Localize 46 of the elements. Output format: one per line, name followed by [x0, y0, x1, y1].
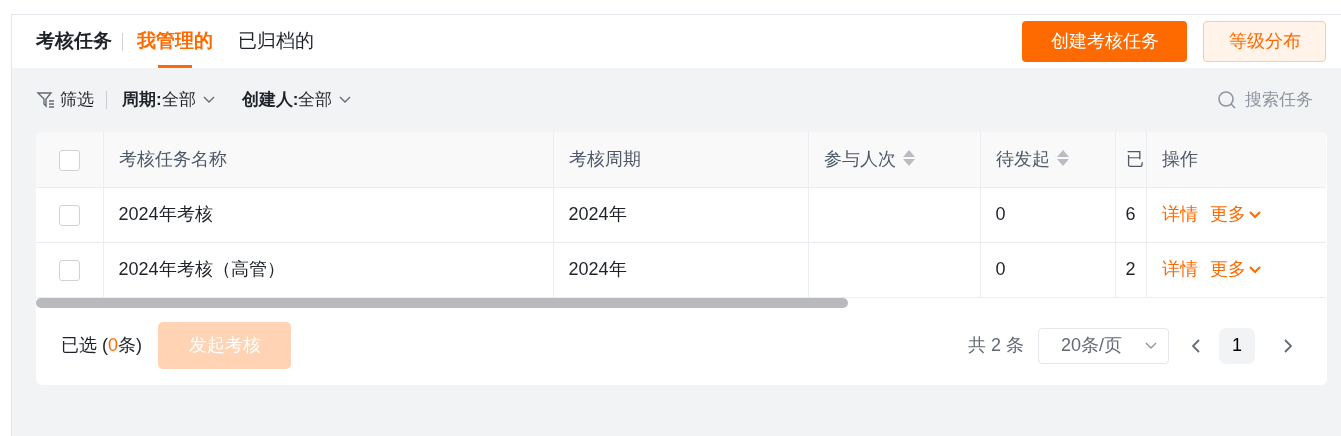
table-cell: 6	[1125, 204, 1136, 224]
more-dropdown[interactable]: 更多	[1209, 256, 1262, 283]
chevron-down-icon	[338, 95, 353, 105]
selected-count-text: 已选 (0条)	[61, 334, 142, 357]
select-all-checkbox[interactable]	[58, 149, 80, 171]
chevron-left-icon[interactable]	[1191, 338, 1201, 355]
total-count: 共 2 条	[968, 334, 1024, 357]
chevron-down-icon	[201, 95, 216, 105]
tab[interactable]: 我管理的	[137, 15, 213, 68]
column-header: 已	[1125, 148, 1144, 169]
table-cell: 2024年	[568, 204, 627, 224]
table-cell: 2024年	[568, 259, 627, 279]
chevron-down-icon	[1247, 209, 1262, 220]
chevron-down-icon	[1144, 340, 1158, 351]
page-button[interactable]: 1	[1219, 327, 1255, 364]
search-field[interactable]: 搜索任务	[1217, 87, 1313, 113]
search-icon	[1217, 90, 1237, 110]
column-header: 考核周期	[568, 148, 641, 169]
scrollbar-thumb[interactable]	[36, 297, 848, 308]
grade-distribution-button[interactable]: 等级分布	[1203, 21, 1326, 62]
details-link[interactable]: 详情	[1161, 256, 1198, 283]
filter-icon	[36, 90, 56, 110]
more-dropdown[interactable]: 更多	[1209, 201, 1262, 228]
filter-dropdown[interactable]: 创建人:全部	[241, 87, 353, 113]
sort-icon[interactable]	[1055, 148, 1070, 167]
page-size-select[interactable]: 20条/页	[1038, 327, 1169, 364]
column-header: 参与人次	[823, 148, 896, 169]
table-cell: 0	[995, 204, 1006, 224]
column-header: 考核任务名称	[118, 148, 227, 169]
row-checkbox[interactable]	[58, 204, 80, 226]
table-cell: 2	[1125, 259, 1136, 279]
filter-dropdown[interactable]: 周期:全部	[122, 87, 216, 113]
table-cell: 0	[995, 259, 1006, 279]
row-checkbox[interactable]	[58, 259, 80, 281]
column-header: 操作	[1161, 148, 1198, 169]
create-task-button[interactable]: 创建考核任务	[1022, 21, 1187, 62]
table-cell: 2024年考核	[118, 204, 213, 224]
column-header: 待发起	[995, 148, 1050, 169]
filter-label[interactable]: 筛选	[60, 87, 94, 113]
tab[interactable]: 已归档的	[238, 15, 314, 68]
sort-icon[interactable]	[901, 148, 916, 167]
chevron-right-icon[interactable]	[1283, 338, 1293, 355]
details-link[interactable]: 详情	[1161, 201, 1198, 228]
table-cell: 2024年考核（高管）	[118, 259, 285, 279]
chevron-down-icon	[1247, 264, 1262, 275]
page-title: 考核任务	[36, 29, 112, 54]
